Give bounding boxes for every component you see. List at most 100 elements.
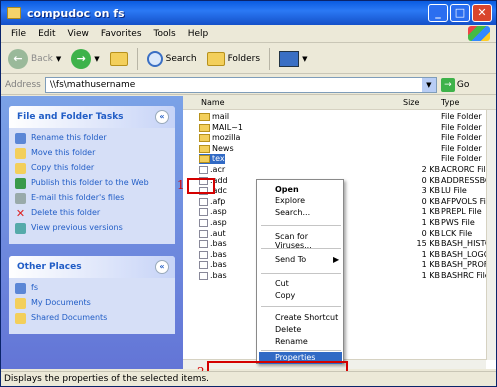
ctx-copy[interactable]: Copy — [275, 291, 295, 300]
column-size[interactable]: Size — [403, 98, 419, 107]
ctx-rename[interactable]: Rename — [275, 337, 308, 346]
back-label: Back — [31, 53, 53, 64]
up-button[interactable] — [107, 50, 131, 68]
file-row[interactable]: mail File Folder — [183, 112, 496, 123]
go-button[interactable]: → Go — [440, 77, 469, 92]
file-name[interactable]: .asp — [199, 218, 227, 228]
network-drive-icon — [15, 283, 26, 294]
file-name[interactable]: .bas — [199, 271, 227, 281]
column-name[interactable]: Name — [201, 98, 225, 107]
file-row[interactable]: .acr 2 KB ACRORC File — [183, 165, 496, 176]
place-my-documents[interactable]: My Documents — [15, 298, 169, 309]
forward-button[interactable]: → ▼ — [68, 47, 102, 71]
ctx-separator — [261, 350, 341, 351]
delete-x-icon: ✕ — [15, 207, 26, 220]
file-type: BASH_HISTC — [441, 239, 491, 249]
file-type: File Folder — [441, 133, 482, 143]
place-shared-documents[interactable]: Shared Documents — [15, 313, 169, 324]
address-input[interactable]: \\fs\mathusername ▼ — [44, 76, 437, 93]
task-publish[interactable]: Publish this folder to the Web — [15, 178, 169, 189]
globe-icon — [15, 178, 26, 189]
file-name-text: .bas — [210, 249, 227, 259]
file-type: BASH_PROF — [441, 260, 489, 270]
place-label: Shared Documents — [31, 313, 108, 322]
menu-file[interactable]: File — [5, 29, 32, 39]
file-row[interactable]: MAIL~1 File Folder — [183, 123, 496, 134]
task-email[interactable]: E-mail this folder's files — [15, 193, 169, 204]
file-name[interactable]: .aut — [199, 229, 226, 239]
ctx-send-to[interactable]: Send To — [275, 255, 306, 264]
file-name[interactable]: mozilla — [199, 133, 240, 143]
task-move[interactable]: Move this folder — [15, 148, 169, 159]
file-icon — [199, 166, 208, 174]
file-type: PREPL File — [441, 207, 482, 217]
address-value: \\fs\mathusername — [49, 79, 136, 90]
ctx-separator — [261, 306, 341, 307]
folders-button[interactable]: Folders — [204, 50, 264, 68]
file-name[interactable]: .acr — [199, 165, 225, 175]
file-type: LCK File — [441, 228, 473, 238]
file-name-text: News — [212, 143, 234, 153]
close-button[interactable]: ✕ — [472, 4, 492, 22]
folder-icon — [7, 7, 21, 19]
callout-box-1 — [187, 178, 215, 194]
forward-dropdown-icon[interactable]: ▼ — [94, 55, 99, 63]
file-type: File Folder — [441, 143, 482, 153]
file-name[interactable]: MAIL~1 — [199, 123, 243, 133]
vertical-scrollbar[interactable] — [486, 110, 496, 360]
ctx-cut[interactable]: Cut — [275, 279, 289, 288]
title-bar[interactable]: compudoc on fs _ □ ✕ — [1, 1, 496, 25]
status-bar: Displays the properties of the selected … — [1, 371, 496, 386]
ctx-create-shortcut[interactable]: Create Shortcut — [275, 313, 338, 322]
file-name[interactable]: News — [199, 144, 234, 154]
views-dropdown-icon[interactable]: ▼ — [302, 55, 307, 63]
file-folder-tasks-header[interactable]: File and Folder Tasks « — [9, 106, 175, 128]
collapse-chevron-icon[interactable]: « — [155, 110, 169, 124]
file-name[interactable]: .bas — [199, 260, 227, 270]
task-previous-versions[interactable]: View previous versions — [15, 223, 169, 234]
ctx-explore[interactable]: Explore — [275, 196, 305, 205]
menu-tools[interactable]: Tools — [148, 29, 182, 39]
place-fs[interactable]: fs — [15, 283, 169, 294]
file-row[interactable]: News File Folder — [183, 143, 496, 155]
file-icon — [199, 197, 208, 206]
menu-favorites[interactable]: Favorites — [95, 29, 148, 39]
menu-help[interactable]: Help — [182, 29, 215, 39]
file-name[interactable]: tex — [199, 154, 225, 165]
folder-up-icon — [109, 51, 128, 66]
task-label: Delete this folder — [31, 208, 101, 217]
file-size: 1 KB — [421, 207, 440, 217]
minimize-button[interactable]: _ — [428, 4, 448, 22]
task-delete[interactable]: ✕ Delete this folder — [15, 208, 169, 219]
other-places-header[interactable]: Other Places « — [9, 256, 175, 278]
ctx-open[interactable]: Open — [275, 185, 299, 194]
collapse-chevron-icon[interactable]: « — [155, 260, 169, 274]
file-name[interactable]: .bas — [199, 250, 227, 260]
other-places-panel: Other Places « fs My Documents Shared Do… — [9, 256, 175, 334]
views-button[interactable]: ▼ — [276, 49, 310, 69]
file-name[interactable]: .afp — [199, 197, 225, 207]
column-type[interactable]: Type — [441, 98, 459, 107]
file-name[interactable]: .bas — [199, 239, 227, 249]
file-size: 1 KB — [421, 218, 440, 227]
toolbar-separator — [136, 47, 138, 70]
back-button[interactable]: ← Back ▼ — [5, 47, 64, 71]
menu-edit[interactable]: Edit — [32, 29, 61, 39]
maximize-button[interactable]: □ — [450, 4, 470, 22]
menu-view[interactable]: View — [62, 29, 95, 39]
column-header: Name Size Type — [183, 96, 496, 110]
task-copy[interactable]: Copy this folder — [15, 163, 169, 174]
search-button[interactable]: Search — [144, 49, 200, 69]
place-label: fs — [31, 283, 38, 292]
file-row[interactable]: mozilla File Folder — [183, 133, 496, 144]
back-dropdown-icon[interactable]: ▼ — [56, 55, 61, 63]
task-rename[interactable]: Rename this folder — [15, 133, 169, 144]
file-row[interactable]: tex File Folder — [183, 154, 496, 165]
file-name[interactable]: mail — [199, 112, 229, 122]
address-dropdown-icon[interactable]: ▼ — [421, 77, 436, 92]
ctx-search[interactable]: Search... — [275, 208, 310, 217]
folder-icon — [199, 155, 210, 164]
file-name[interactable]: .asp — [199, 207, 227, 217]
ctx-delete[interactable]: Delete — [275, 325, 301, 334]
go-arrow-icon: → — [440, 77, 455, 92]
